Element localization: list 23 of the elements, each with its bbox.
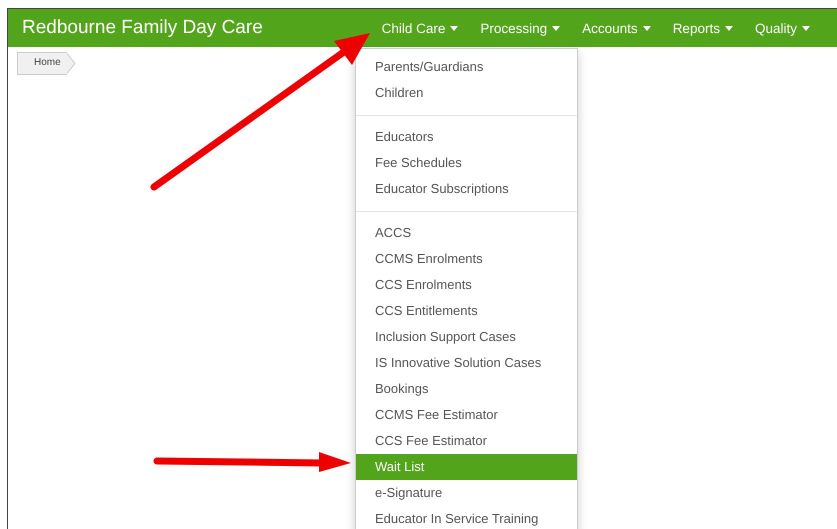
menu-item[interactable]: e-Signature xyxy=(356,480,577,506)
menu-item[interactable]: Parents/Guardians xyxy=(356,54,577,80)
menu-item[interactable]: CCMS Fee Estimator xyxy=(356,402,577,428)
menu-item[interactable]: Inclusion Support Cases xyxy=(356,324,577,350)
menu-item[interactable]: ACCS xyxy=(356,220,577,246)
menu-item[interactable]: Educator In Service Training xyxy=(356,506,577,529)
menu-item[interactable]: CCS Entitlements xyxy=(356,298,577,324)
caret-icon xyxy=(552,26,560,30)
menu-item[interactable]: Fee Schedules xyxy=(356,150,577,176)
menu-item[interactable]: CCMS Enrolments xyxy=(356,246,577,272)
menu-item[interactable]: CCS Fee Estimator xyxy=(356,428,577,454)
menu-item[interactable]: Educators xyxy=(356,124,577,150)
menu-item[interactable]: IS Innovative Solution Cases xyxy=(356,350,577,376)
site-title: Redbourne Family Day Care xyxy=(22,17,263,39)
menu-item[interactable]: Educator Subscriptions xyxy=(356,176,577,202)
caret-icon xyxy=(450,26,458,30)
menu-item[interactable]: Children xyxy=(356,80,577,106)
breadcrumb-arrow-icon xyxy=(66,52,76,75)
menu-item[interactable]: CCS Enrolments xyxy=(356,272,577,298)
menu-item[interactable]: Bookings xyxy=(356,376,577,402)
caret-icon xyxy=(642,26,651,30)
caret-icon xyxy=(724,26,733,30)
caret-icon xyxy=(802,26,810,30)
